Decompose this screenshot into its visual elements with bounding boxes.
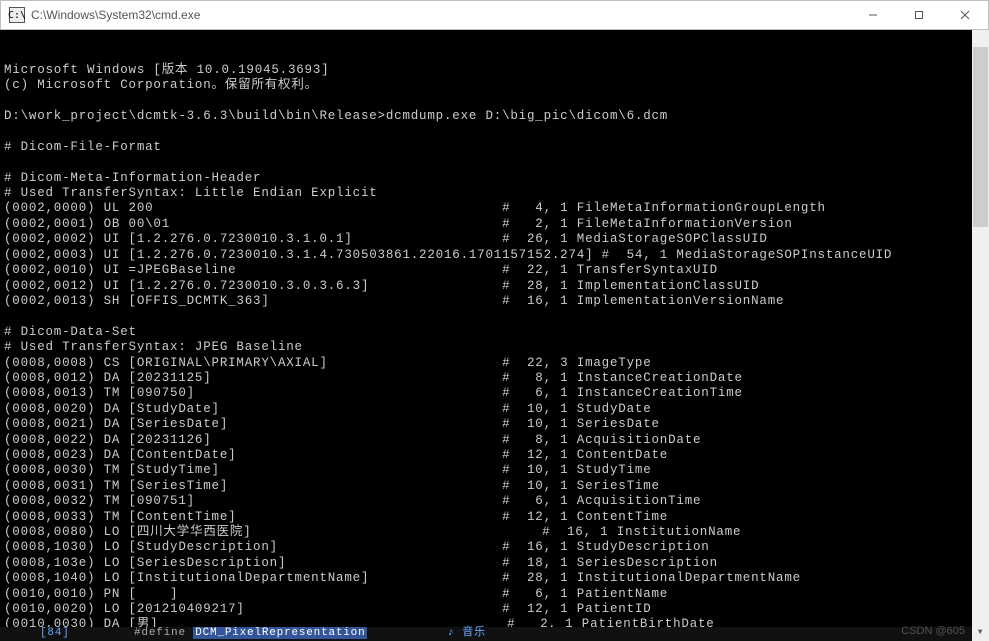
bottom-sound: ♪ 音乐 [447, 626, 485, 641]
window-title: C:\Windows\System32\cmd.exe [31, 8, 850, 22]
scrollbar-vertical[interactable]: ▲ ▼ [972, 30, 989, 641]
minimize-icon [868, 10, 878, 20]
close-button[interactable] [942, 1, 988, 29]
maximize-button[interactable] [896, 1, 942, 29]
watermark: CSDN @605 [901, 624, 965, 639]
bottom-code: #define DCM_PixelRepresentation [90, 611, 368, 641]
bottom-highlight: DCM_PixelRepresentation [193, 627, 367, 639]
bottom-prefix: #define [134, 627, 193, 639]
scroll-thumb[interactable] [973, 47, 988, 227]
terminal-area[interactable]: Microsoft Windows [版本 10.0.19045.3693] (… [0, 30, 989, 641]
bottom-lineno: [84] [40, 626, 70, 641]
bottom-strip: [84] #define DCM_PixelRepresentation ♪ 音… [0, 627, 972, 641]
terminal-output: Microsoft Windows [版本 10.0.19045.3693] (… [4, 63, 968, 641]
minimize-button[interactable] [850, 1, 896, 29]
window-controls [850, 1, 988, 29]
scroll-down-button[interactable]: ▼ [972, 624, 989, 641]
close-icon [960, 10, 970, 20]
titlebar: C:\ C:\Windows\System32\cmd.exe [0, 0, 989, 30]
maximize-icon [914, 10, 924, 20]
cmd-icon: C:\ [9, 7, 25, 23]
